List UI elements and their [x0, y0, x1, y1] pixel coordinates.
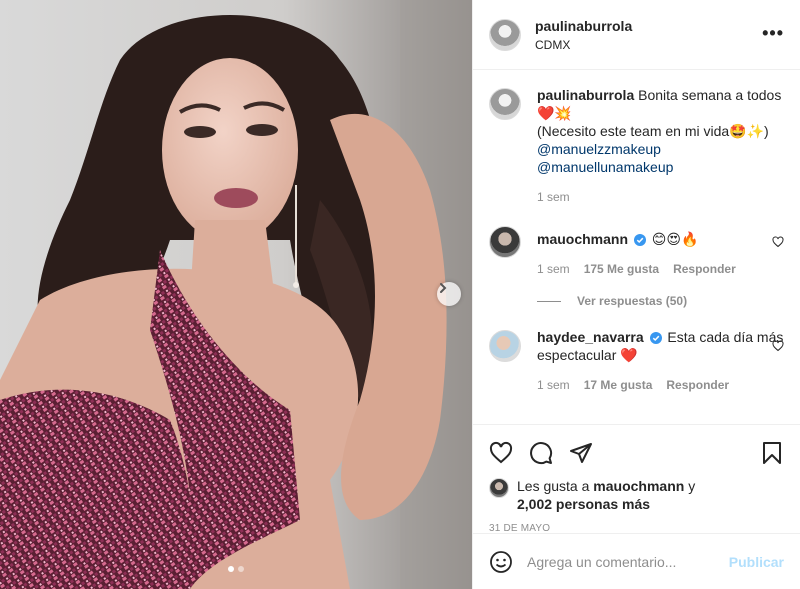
photo-illustration [0, 0, 472, 589]
likes-connector: y [688, 478, 696, 494]
reply-button[interactable]: Responder [673, 262, 736, 276]
comment-likes[interactable]: 175 Me gusta [584, 262, 659, 276]
comment-time: 1 sem [537, 378, 570, 392]
caption-line2: (Necesito este team en mi vida🤩✨) [537, 123, 769, 139]
likes-summary: Les gusta a mauochmann y 2,002 personas … [489, 477, 784, 513]
comment-likes[interactable]: 17 Me gusta [584, 378, 653, 392]
likes-others[interactable]: 2,002 personas más [517, 496, 650, 512]
next-photo-button[interactable] [437, 282, 461, 306]
comment-text: 😊😍🔥 [651, 231, 699, 247]
comment-time: 1 sem [537, 262, 570, 276]
caption-time: 1 sem [537, 190, 570, 204]
publish-button[interactable]: Publicar [729, 554, 784, 570]
commenter-username[interactable]: mauochmann [537, 231, 628, 247]
more-options-icon[interactable]: ••• [762, 24, 784, 42]
verified-badge-icon [633, 234, 646, 246]
like-heart-icon[interactable] [489, 441, 513, 465]
reply-button[interactable]: Responder [666, 378, 729, 392]
post-header: paulinaburrola CDMX ••• [473, 0, 800, 70]
post-side-panel: paulinaburrola CDMX ••• paulinaburrola B… [472, 0, 800, 589]
emoji-smiley-icon[interactable] [489, 550, 513, 574]
author-avatar[interactable] [489, 18, 521, 51]
verified-badge-icon [649, 332, 662, 344]
view-replies-button[interactable]: Ver respuestas (50) [537, 294, 784, 308]
like-comment-heart-icon[interactable] [772, 236, 784, 248]
author-username[interactable]: paulinaburrola [535, 18, 632, 34]
liker-username[interactable]: mauochmann [593, 478, 684, 494]
like-comment-heart-icon[interactable] [772, 340, 784, 352]
caption-line1: Bonita semana a todos [638, 87, 782, 103]
commenter-avatar[interactable] [489, 330, 521, 362]
comment-input[interactable]: Agrega un comentario... [527, 554, 729, 570]
likes-prefix: Les gusta a [517, 478, 590, 494]
chevron-right-icon [440, 283, 447, 293]
post-photo[interactable] [0, 0, 472, 589]
liker-avatar[interactable] [489, 478, 509, 498]
share-paper-plane-icon[interactable] [569, 441, 593, 465]
caption-avatar[interactable] [489, 88, 521, 120]
caption: paulinaburrola Bonita semana a todos ❤️💥… [489, 86, 784, 204]
commenter-username[interactable]: haydee_navarra [537, 329, 644, 345]
replies-divider [537, 300, 561, 302]
comments-list: paulinaburrola Bonita semana a todos ❤️💥… [473, 70, 800, 424]
caption-line1-emoji: ❤️💥 [537, 105, 572, 121]
add-comment-bar: Agrega un comentario... Publicar [473, 533, 800, 589]
carousel-indicator [228, 566, 244, 572]
save-bookmark-icon[interactable] [760, 441, 784, 465]
carousel-dot-active [228, 566, 234, 572]
commenter-avatar[interactable] [489, 226, 521, 258]
caption-username[interactable]: paulinaburrola [537, 87, 634, 103]
caption-mention-1[interactable]: @manuelzzmakeup [537, 140, 784, 158]
caption-mention-2[interactable]: @manuellunamakeup [537, 158, 784, 176]
comment-item: mauochmann 😊😍🔥 1 sem 175 Me gusta Respon… [489, 224, 784, 276]
post-location[interactable]: CDMX [535, 38, 632, 52]
comment-item: haydee_navarra Esta cada día más especta… [489, 328, 784, 392]
view-replies-label[interactable]: Ver respuestas (50) [577, 294, 687, 308]
instagram-post-modal: paulinaburrola CDMX ••• paulinaburrola B… [0, 0, 800, 589]
comment-bubble-icon[interactable] [529, 441, 553, 465]
carousel-dot [238, 566, 244, 572]
